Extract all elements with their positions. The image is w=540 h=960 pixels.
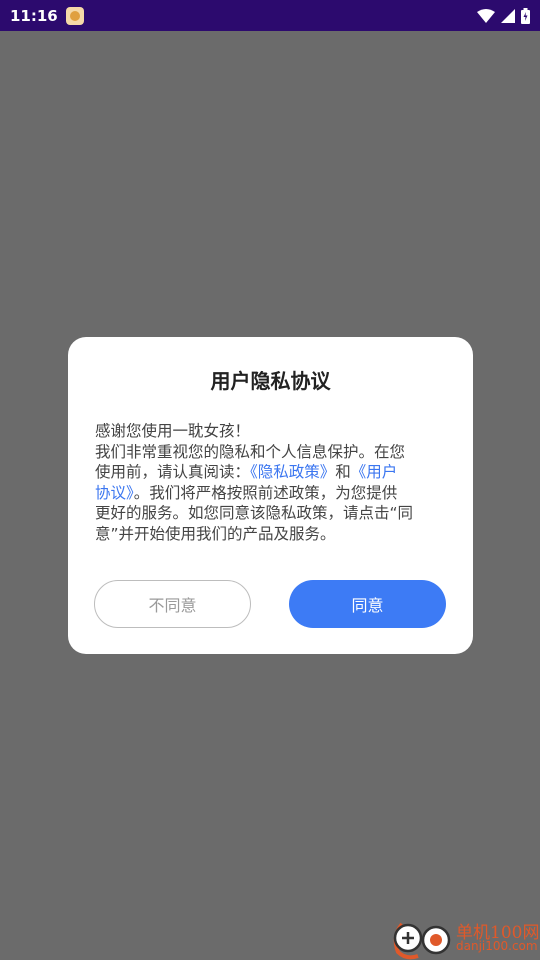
body-text: 更好的服务。如您同意该隐私政策，请点击“同: [95, 504, 414, 522]
status-icons: [477, 7, 530, 24]
watermark-domain: danji100.com: [456, 939, 538, 953]
status-bar: 11:16: [0, 0, 540, 31]
body-line: 意”并开始使用我们的产品及服务。: [95, 524, 447, 545]
user-agreement-link[interactable]: 《用户: [351, 463, 398, 481]
body-text: 。我们将严格按照前述政策，为您提供: [133, 483, 398, 502]
disagree-button-label: 不同意: [148, 596, 197, 615]
privacy-dialog: 用户隐私协议 感谢您使用一耽女孩！ 我们非常重视您的隐私和个人信息保护。在您 使…: [68, 337, 473, 654]
dialog-title: 用户隐私协议: [210, 369, 331, 393]
disagree-button[interactable]: 不同意: [94, 580, 251, 628]
body-text: 和: [335, 463, 351, 481]
dialog-body: 感谢您使用一耽女孩！ 我们非常重视您的隐私和个人信息保护。在您 使用前，请认真阅…: [95, 421, 447, 544]
privacy-policy-link[interactable]: 《隐私政策》: [250, 463, 335, 481]
app-notification-icon: [65, 6, 84, 25]
agree-button-label: 同意: [351, 596, 384, 615]
body-text: 使用前，请认真阅读：: [95, 463, 251, 481]
body-line: 我们非常重视您的隐私和个人信息保护。在您: [95, 442, 447, 463]
watermark: 单机100网 danji100.com: [388, 914, 540, 960]
user-agreement-link[interactable]: 协议》: [95, 484, 134, 502]
body-text: 意”并开始使用我们的产品及服务。: [95, 524, 336, 543]
body-line: 感谢您使用一耽女孩！: [95, 421, 447, 442]
agree-button[interactable]: 同意: [289, 580, 446, 628]
body-text: 我们非常重视您的隐私和个人信息保护。在您: [95, 442, 406, 461]
watermark-logo-icon: [393, 922, 451, 960]
wifi-icon: [477, 8, 495, 23]
body-line: 更好的服务。如您同意该隐私政策，请点击“同: [95, 503, 447, 524]
battery-icon: [521, 7, 530, 24]
body-text: 感谢您使用一耽女孩！: [95, 422, 251, 440]
signal-icon: [501, 8, 515, 23]
body-line: 协议》。我们将严格按照前述政策，为您提供: [95, 483, 447, 504]
body-line: 使用前，请认真阅读：《隐私政策》和《用户: [95, 462, 447, 483]
status-time: 11:16: [10, 6, 58, 25]
